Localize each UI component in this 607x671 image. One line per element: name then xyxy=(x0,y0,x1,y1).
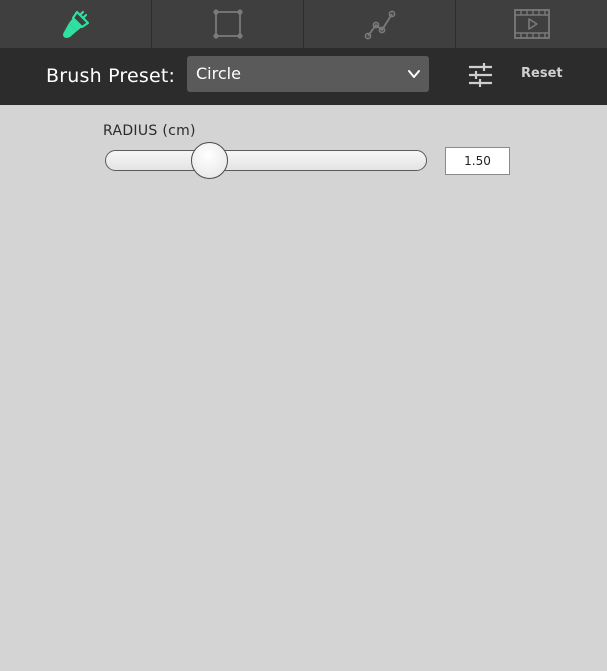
brush-preset-dropdown[interactable]: Circle xyxy=(187,56,429,92)
video-film-icon xyxy=(513,9,550,39)
tool-tab-bar xyxy=(0,0,607,48)
tab-path[interactable] xyxy=(304,0,456,48)
paintbrush-icon xyxy=(62,10,89,38)
tab-video[interactable] xyxy=(456,0,607,48)
preset-toolbar: Brush Preset: Circle Reset xyxy=(0,48,607,105)
brush-preset-value: Circle xyxy=(196,64,241,83)
brush-preset-label: Brush Preset: xyxy=(46,65,176,87)
radius-slider-thumb[interactable] xyxy=(190,142,228,179)
radius-label: RADIUS (cm) xyxy=(103,123,196,139)
reset-button[interactable]: Reset xyxy=(521,66,563,82)
radius-value-input[interactable] xyxy=(445,147,510,175)
tab-brush[interactable] xyxy=(0,0,152,48)
transform-box-icon xyxy=(212,9,243,39)
brush-panel: Brush Preset: Circle Reset RADIUS (cm) xyxy=(0,0,607,671)
brush-settings-button[interactable] xyxy=(467,61,494,88)
radius-slider-track[interactable] xyxy=(105,150,427,171)
path-nodes-icon xyxy=(364,10,395,40)
chevron-down-icon xyxy=(408,70,420,78)
tab-transform[interactable] xyxy=(152,0,304,48)
sliders-icon xyxy=(469,63,492,87)
